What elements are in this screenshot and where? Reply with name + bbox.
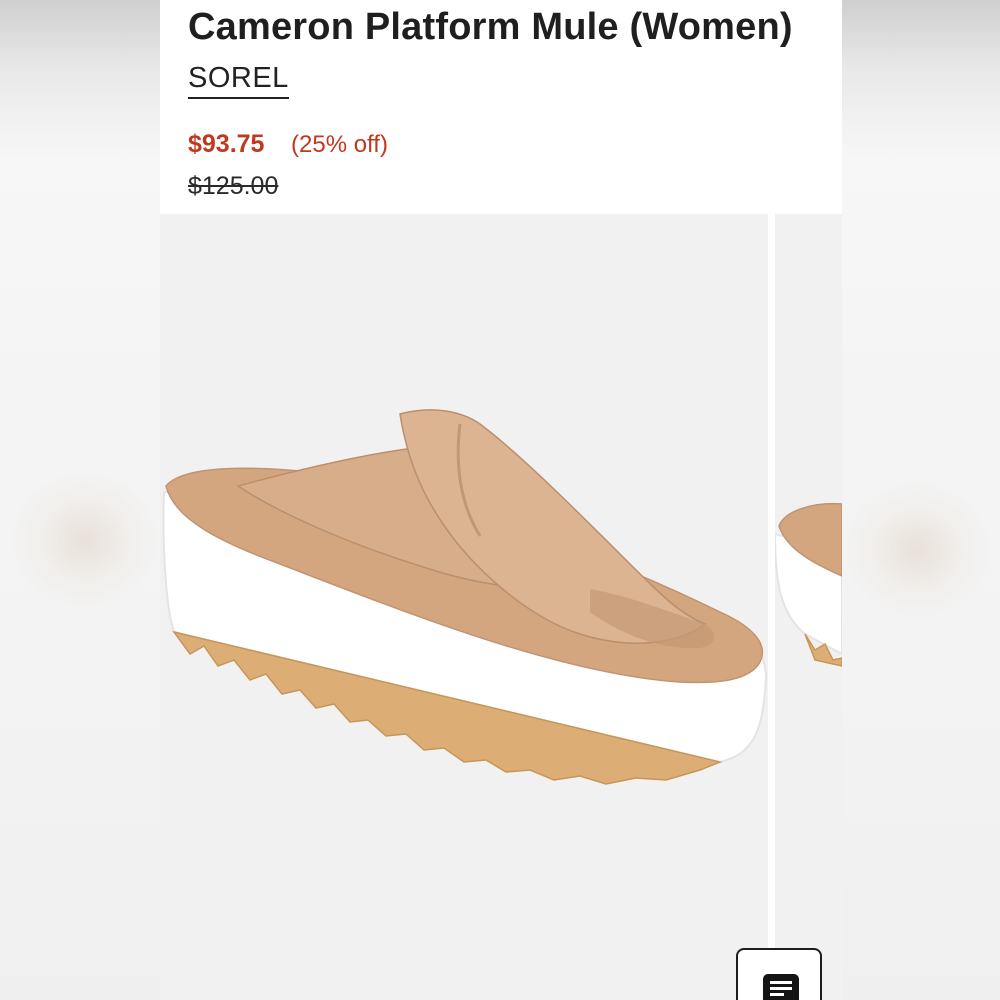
sandal-product-image xyxy=(162,409,768,785)
sale-price: $93.75 xyxy=(188,130,265,158)
original-price: $125.00 xyxy=(188,172,279,200)
brand-link[interactable]: SOREL xyxy=(188,62,289,99)
blurred-shoe-shape xyxy=(842,480,992,620)
blurred-shoe-shape xyxy=(10,470,160,610)
product-details-button[interactable] xyxy=(736,948,822,1000)
image-gallery[interactable] xyxy=(160,214,842,1000)
document-icon xyxy=(763,974,799,1000)
product-page: Cameron Platform Mule (Women) SOREL $93.… xyxy=(160,0,842,1000)
screenshot-stage: Cameron Platform Mule (Women) SOREL $93.… xyxy=(0,0,1000,1000)
sandal-product-image-peek xyxy=(775,502,842,667)
gallery-slide-next[interactable] xyxy=(775,214,842,1000)
discount-label: (25% off) xyxy=(291,131,388,158)
product-title: Cameron Platform Mule (Women) xyxy=(188,6,793,48)
blurred-backdrop-right xyxy=(842,0,1000,1000)
gallery-slide-main[interactable] xyxy=(160,214,768,1000)
blurred-backdrop-left xyxy=(0,0,160,1000)
